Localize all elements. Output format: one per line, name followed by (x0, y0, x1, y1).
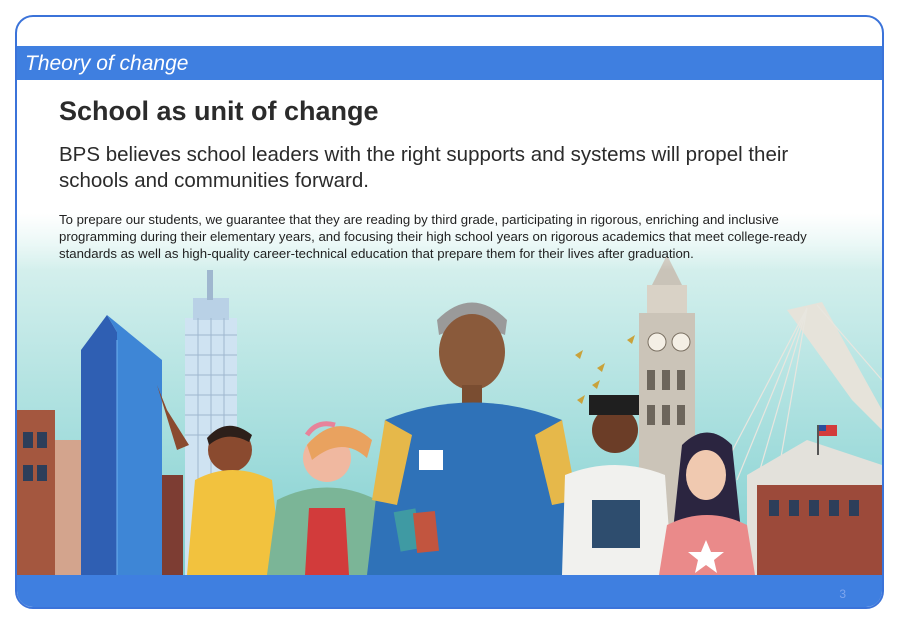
skyscraper-icon (81, 315, 162, 575)
slide-body-text: To prepare our students, we guarantee th… (59, 212, 807, 261)
page-number: 3 (839, 587, 846, 601)
slide: Theory of change School as unit of chang… (15, 15, 884, 609)
footer-band (17, 575, 882, 607)
slide-title: School as unit of change (59, 96, 379, 126)
section-label: Theory of change (25, 52, 189, 75)
flag-icon (819, 425, 837, 436)
slide-subtitle: BPS believes school leaders with the rig… (59, 143, 789, 192)
